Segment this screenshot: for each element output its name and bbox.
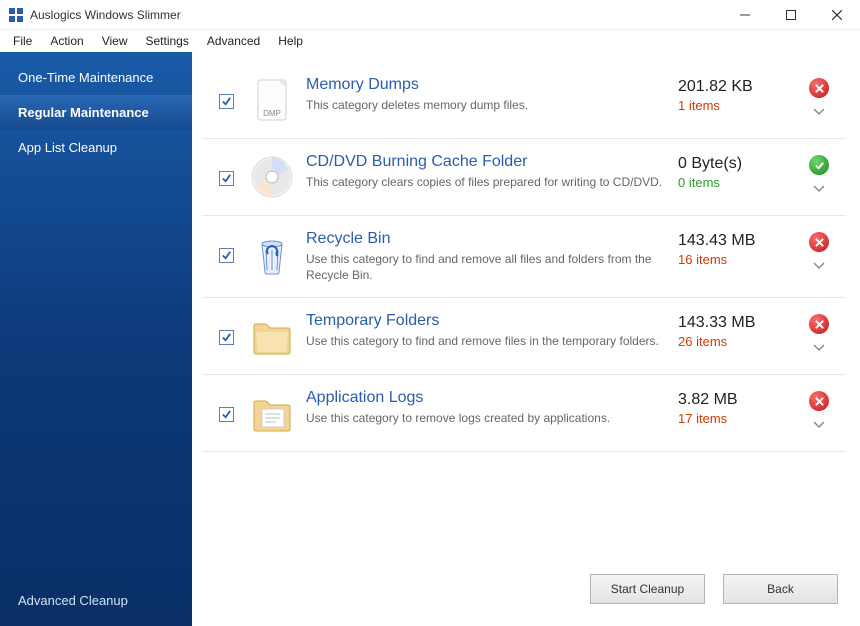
menu-advanced[interactable]: Advanced xyxy=(198,31,269,51)
chevron-down-icon[interactable] xyxy=(813,344,825,352)
status-icon xyxy=(809,78,829,98)
content: Memory Dumps This category deletes memory… xyxy=(192,52,860,626)
status-icon xyxy=(809,232,829,252)
category-items: 17 items xyxy=(678,411,798,426)
minimize-button[interactable] xyxy=(722,0,768,30)
titlebar: Auslogics Windows Slimmer xyxy=(0,0,860,30)
sidebar-item-applist[interactable]: App List Cleanup xyxy=(0,130,192,165)
menu-view[interactable]: View xyxy=(93,31,137,51)
category-checkbox[interactable] xyxy=(219,171,234,186)
category-description: Use this category to find and remove all… xyxy=(306,251,678,283)
window-controls xyxy=(722,0,860,29)
sidebar-item-regular[interactable]: Regular Maintenance xyxy=(0,95,192,130)
menu-help[interactable]: Help xyxy=(269,31,312,51)
category-items: 0 items xyxy=(678,175,798,190)
category-size: 3.82 MB xyxy=(678,391,798,409)
menu-action[interactable]: Action xyxy=(41,31,92,51)
category-items: 16 items xyxy=(678,252,798,267)
category-items: 1 items xyxy=(678,98,798,113)
start-cleanup-button[interactable]: Start Cleanup xyxy=(590,574,705,604)
category-description: This category deletes memory dump files. xyxy=(306,97,678,113)
category-icon xyxy=(244,76,300,124)
category-title: Recycle Bin xyxy=(306,230,678,248)
sidebar-advanced-cleanup[interactable]: Advanced Cleanup xyxy=(18,593,128,608)
close-button[interactable] xyxy=(814,0,860,30)
category-checkbox[interactable] xyxy=(219,94,234,109)
category-items: 26 items xyxy=(678,334,798,349)
category-title: Memory Dumps xyxy=(306,76,678,94)
status-icon xyxy=(809,314,829,334)
category-row: Temporary Folders Use this category to fi… xyxy=(202,298,846,375)
category-row: Recycle Bin Use this category to find and… xyxy=(202,216,846,298)
category-description: This category clears copies of files pre… xyxy=(306,174,678,190)
category-row: Application Logs Use this category to rem… xyxy=(202,375,846,452)
category-size: 201.82 KB xyxy=(678,78,798,96)
sidebar-item-onetime[interactable]: One-Time Maintenance xyxy=(0,60,192,95)
category-description: Use this category to remove logs created… xyxy=(306,410,678,426)
category-row: Memory Dumps This category deletes memory… xyxy=(202,62,846,139)
category-icon xyxy=(244,389,300,437)
category-icon xyxy=(244,153,300,201)
status-icon xyxy=(809,155,829,175)
chevron-down-icon[interactable] xyxy=(813,185,825,193)
category-title: Application Logs xyxy=(306,389,678,407)
category-icon xyxy=(244,230,300,278)
category-title: CD/DVD Burning Cache Folder xyxy=(306,153,678,171)
category-size: 0 Byte(s) xyxy=(678,155,798,173)
maximize-button[interactable] xyxy=(768,0,814,30)
window-title: Auslogics Windows Slimmer xyxy=(30,8,722,22)
chevron-down-icon[interactable] xyxy=(813,421,825,429)
sidebar: One-Time Maintenance Regular Maintenance… xyxy=(0,52,192,626)
category-size: 143.43 MB xyxy=(678,232,798,250)
category-size: 143.33 MB xyxy=(678,314,798,332)
category-icon xyxy=(244,312,300,360)
chevron-down-icon[interactable] xyxy=(813,108,825,116)
menu-settings[interactable]: Settings xyxy=(137,31,198,51)
button-row: Start Cleanup Back xyxy=(202,558,846,626)
category-checkbox[interactable] xyxy=(219,248,234,263)
back-button[interactable]: Back xyxy=(723,574,838,604)
menu-file[interactable]: File xyxy=(4,31,41,51)
category-checkbox[interactable] xyxy=(219,330,234,345)
category-description: Use this category to find and remove fil… xyxy=(306,333,678,349)
category-title: Temporary Folders xyxy=(306,312,678,330)
app-icon xyxy=(8,7,24,23)
menubar: File Action View Settings Advanced Help xyxy=(0,30,860,52)
chevron-down-icon[interactable] xyxy=(813,262,825,270)
status-icon xyxy=(809,391,829,411)
category-checkbox[interactable] xyxy=(219,407,234,422)
category-row: CD/DVD Burning Cache Folder This category… xyxy=(202,139,846,216)
